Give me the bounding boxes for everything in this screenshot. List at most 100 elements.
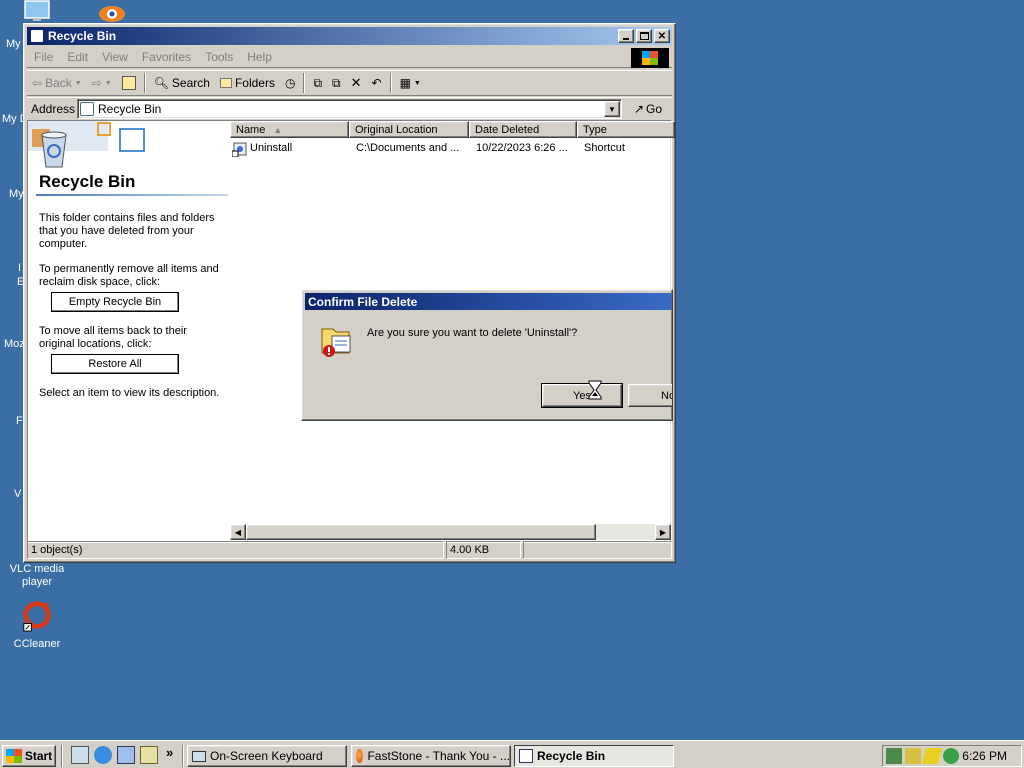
go-label: Go	[646, 102, 663, 116]
go-button[interactable]: ↗ Go	[628, 99, 668, 119]
internet-explorer-icon[interactable]	[94, 746, 112, 764]
folders-label: Folders	[234, 76, 275, 90]
no-button[interactable]: No	[628, 384, 672, 407]
scroll-right-button[interactable]: ▶	[655, 524, 671, 540]
network-icon[interactable]	[886, 748, 902, 764]
column-header-date-deleted[interactable]: Date Deleted	[469, 121, 577, 138]
task-on-screen-keyboard[interactable]: On-Screen Keyboard	[187, 745, 347, 767]
recycle-bin-icon	[30, 29, 44, 43]
close-button[interactable]: ✕	[654, 29, 670, 43]
chevron-down-icon: ▼	[608, 104, 616, 114]
column-location-label: Original Location	[355, 123, 438, 136]
column-header-type[interactable]: Type	[577, 121, 675, 138]
delete-file-warning-icon	[321, 328, 351, 357]
taskbar: Start » On-Screen Keyboard FastStone - T…	[0, 740, 1024, 768]
restore-all-button[interactable]: Restore All	[51, 354, 179, 374]
copy-to-button[interactable]: ⧉	[327, 72, 346, 94]
utorrent-icon[interactable]	[943, 748, 959, 764]
address-value: Recycle Bin	[98, 102, 162, 116]
sort-ascending-icon: ▲	[273, 124, 283, 135]
yes-button[interactable]: Yes	[541, 383, 623, 408]
clock[interactable]: 6:26 PM	[962, 749, 1007, 763]
up-folder-button[interactable]	[117, 72, 141, 94]
confirm-delete-dialog: Confirm File Delete Are you sure you wan…	[301, 289, 673, 421]
views-button[interactable]: ▦ ▼	[395, 72, 426, 94]
minimize-button[interactable]	[618, 29, 634, 43]
web-view-pane: Recycle Bin This folder contains files a…	[28, 121, 230, 542]
delete-button[interactable]: ✕	[346, 72, 367, 94]
close-icon: ✕	[657, 30, 667, 42]
desktop-label-fragment: Moz	[4, 338, 25, 350]
copy-to-icon: ⧉	[332, 75, 341, 90]
desktop-icon-vlc[interactable]: VLC media player	[2, 563, 72, 589]
search-icon: 🔍︎	[153, 76, 169, 90]
history-icon: ◷	[284, 76, 296, 90]
menu-help[interactable]: Help	[240, 50, 279, 64]
toolbar-separator	[303, 73, 306, 93]
toolbar-separator	[389, 73, 392, 93]
scroll-left-button[interactable]: ◀	[230, 524, 246, 540]
file-row[interactable]: Uninstall C:\Documents and ... 10/22/202…	[230, 140, 671, 158]
pane-remove-text: To permanently remove all items and recl…	[39, 263, 219, 288]
address-dropdown-button[interactable]: ▼	[604, 101, 620, 117]
faststone-eye-icon	[99, 6, 125, 22]
address-field[interactable]: Recycle Bin ▼	[77, 99, 622, 119]
windows-flag-icon	[5, 749, 22, 763]
task-recycle-bin[interactable]: Recycle Bin	[514, 745, 674, 767]
search-button[interactable]: 🔍︎ Search	[149, 72, 215, 94]
column-name-label: Name	[236, 123, 266, 136]
outlook-express-icon[interactable]	[117, 746, 135, 764]
window-titlebar[interactable]: Recycle Bin ✕	[27, 27, 672, 45]
minimize-icon	[623, 38, 629, 40]
menu-view[interactable]: View	[95, 50, 135, 64]
menu-file[interactable]: File	[27, 50, 60, 64]
hourglass-cursor-icon	[588, 380, 602, 400]
views-icon: ▦	[399, 76, 411, 90]
move-to-button[interactable]: ⧉	[308, 72, 327, 94]
history-button[interactable]: ◷	[280, 72, 300, 94]
back-dropdown-icon: ▼	[74, 79, 82, 87]
desktop-label-fragment: I	[18, 262, 22, 274]
start-label: Start	[24, 749, 53, 763]
taskbar-separator	[182, 745, 184, 767]
address-label: Address	[31, 101, 76, 116]
dialog-title: Confirm File Delete	[308, 294, 418, 309]
maximize-button[interactable]	[636, 29, 652, 43]
desktop-icon-my-computer[interactable]	[24, 0, 50, 22]
column-date-label: Date Deleted	[475, 123, 540, 136]
column-header-name[interactable]: Name ▲	[230, 121, 349, 138]
system-tray: 6:26 PM	[882, 745, 1022, 767]
forward-arrow-icon: ⇨	[91, 76, 102, 90]
display-icon[interactable]	[905, 748, 921, 764]
back-button[interactable]: ⇦ Back ▼	[27, 72, 87, 94]
horizontal-scrollbar[interactable]: ◀ ▶	[230, 524, 671, 540]
menu-tools[interactable]: Tools	[198, 50, 240, 64]
views-dropdown-icon: ▼	[413, 79, 421, 87]
empty-recycle-bin-button[interactable]: Empty Recycle Bin	[51, 292, 179, 312]
forward-dropdown-icon: ▼	[104, 79, 112, 87]
show-desktop-icon[interactable]	[71, 746, 89, 764]
desktop-icon-ccleaner[interactable]: CCleaner	[2, 600, 72, 650]
menu-bar: File Edit View Favorites Tools Help	[27, 47, 672, 68]
task-faststone[interactable]: FastStone - Thank You - ...	[351, 745, 511, 767]
delete-x-icon: ✕	[350, 75, 362, 90]
menu-favorites[interactable]: Favorites	[135, 50, 198, 64]
dialog-message: Are you sure you want to delete 'Uninsta…	[367, 327, 578, 339]
status-zone	[523, 541, 672, 559]
windows-media-icon[interactable]	[140, 746, 158, 764]
column-header-original-location[interactable]: Original Location	[349, 121, 469, 138]
recycle-bin-small-icon	[80, 102, 94, 116]
forward-button[interactable]: ⇨ ▼	[87, 72, 117, 94]
start-button[interactable]: Start	[2, 745, 56, 767]
desktop-icon-faststone[interactable]	[97, 0, 127, 24]
scroll-thumb[interactable]	[246, 524, 596, 540]
desktop-label-fragment: My	[9, 188, 24, 200]
quick-launch-chevron[interactable]: »	[166, 745, 173, 760]
folders-button[interactable]: Folders	[215, 72, 280, 94]
dialog-titlebar[interactable]: Confirm File Delete	[305, 293, 672, 310]
power-icon[interactable]	[921, 748, 943, 764]
menu-edit[interactable]: Edit	[60, 50, 95, 64]
undo-button[interactable]: ↶	[367, 72, 387, 94]
standard-toolbar: ⇦ Back ▼ ⇨ ▼ 🔍︎ Search Folders ◷ ⧉ ⧉ ✕ ↶…	[27, 70, 672, 96]
desktop-label-fragment: V	[14, 488, 22, 500]
